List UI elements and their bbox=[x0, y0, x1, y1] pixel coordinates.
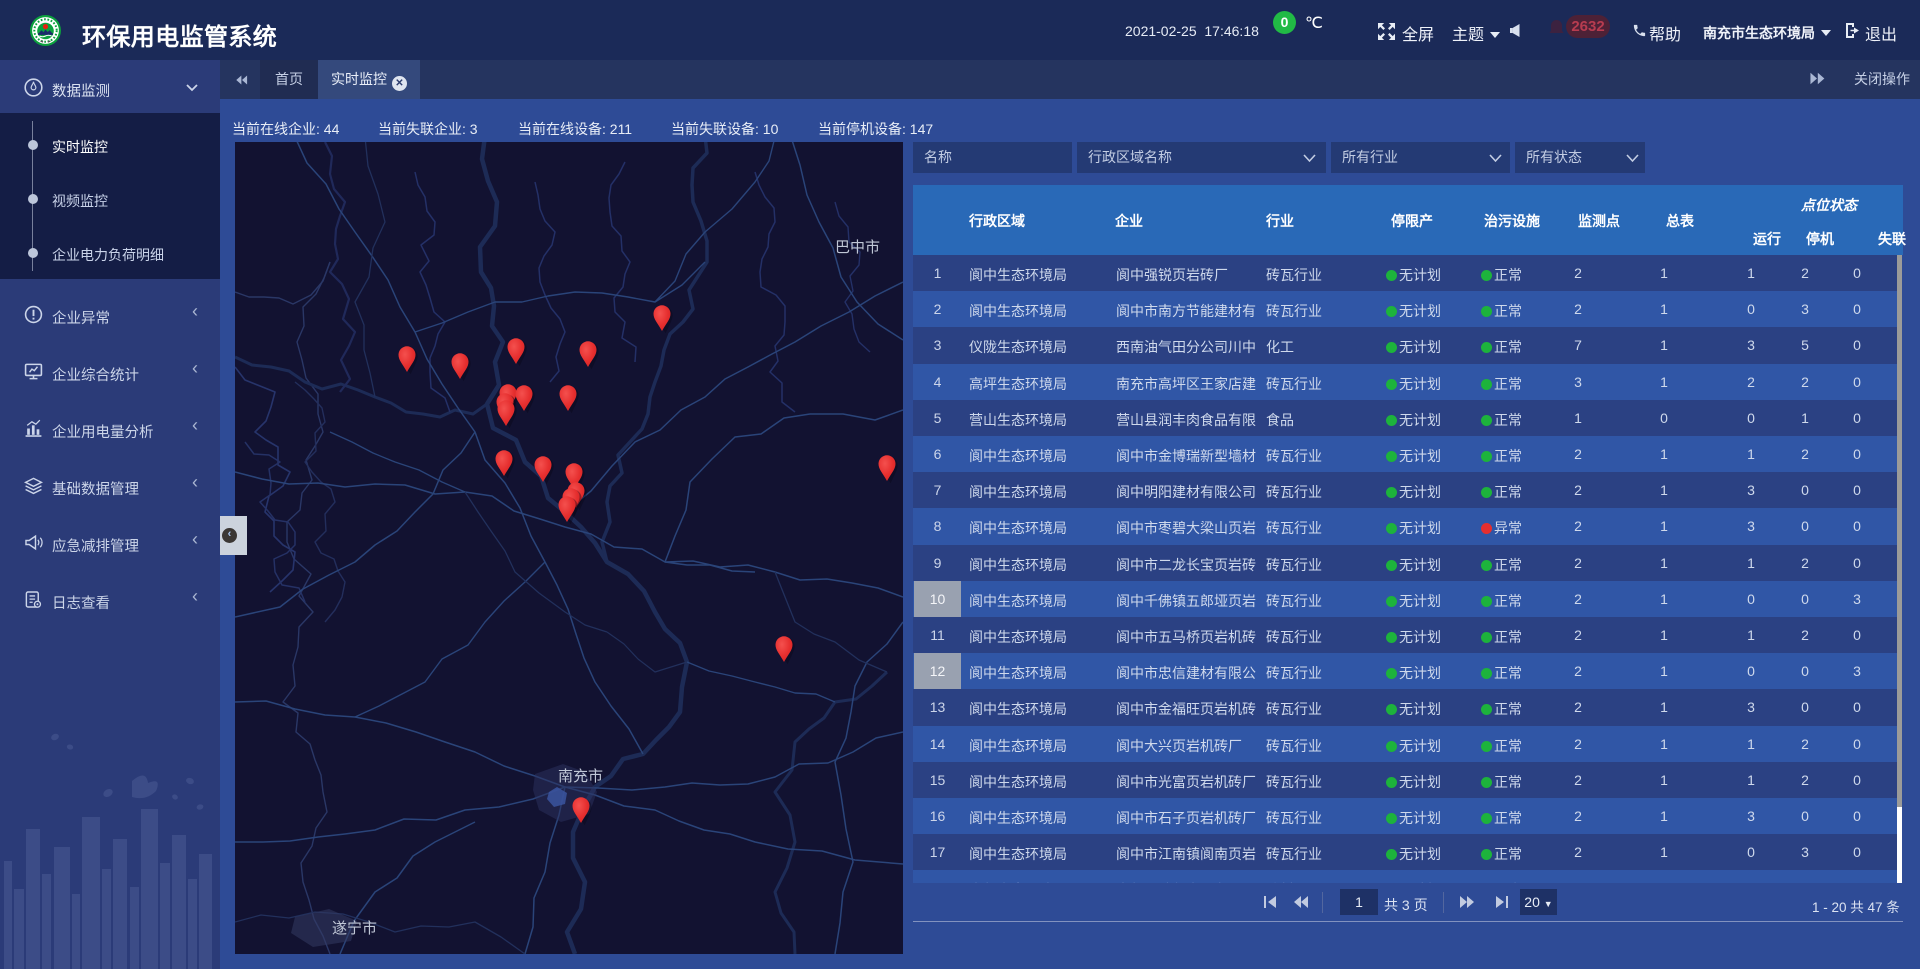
svg-text:遂宁市: 遂宁市 bbox=[332, 920, 377, 937]
svg-text:南充市: 南充市 bbox=[558, 768, 603, 785]
svg-text:巴中市: 巴中市 bbox=[835, 239, 880, 256]
